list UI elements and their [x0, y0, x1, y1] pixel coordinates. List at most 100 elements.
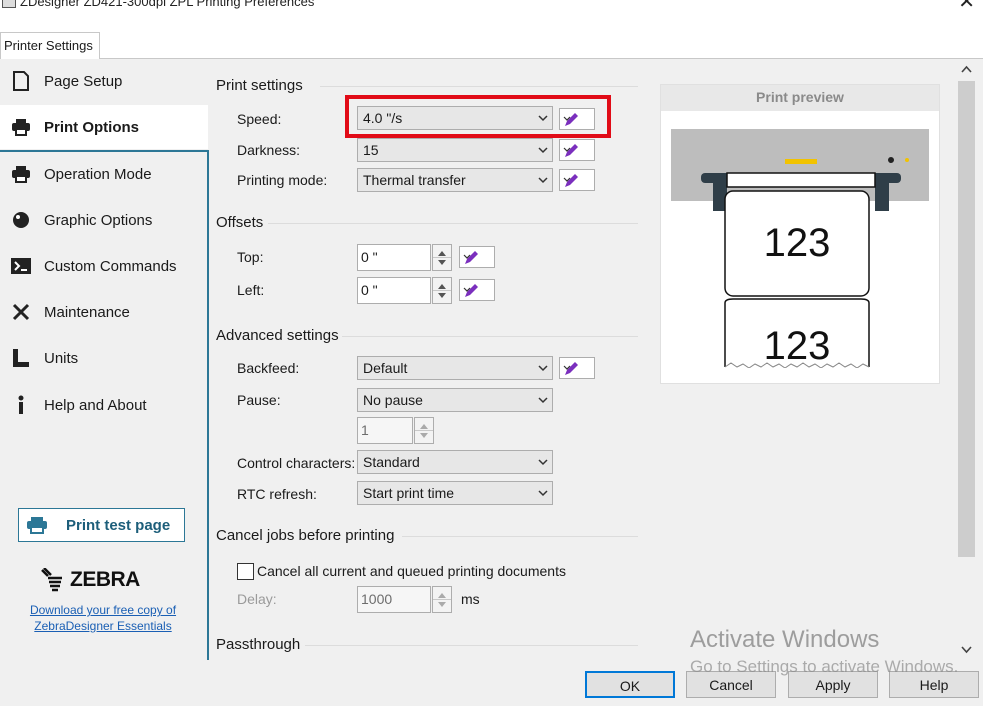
section-divider [268, 223, 638, 224]
left-offset-stepper[interactable] [432, 277, 452, 304]
pause-select[interactable]: No pause [357, 388, 553, 412]
printing-mode-pen-button[interactable] [559, 169, 595, 191]
top-offset-input[interactable]: 0 " [357, 244, 431, 271]
sidebar-item-help-and-about[interactable]: Help and About [0, 383, 208, 427]
chevron-down-icon[interactable] [960, 642, 973, 656]
scrollbar-thumb[interactable] [958, 81, 975, 557]
chevron-up-icon [420, 424, 428, 429]
sidebar-item-custom-commands[interactable]: Custom Commands [0, 244, 208, 288]
darkness-value: 15 [363, 142, 379, 158]
tools-icon [11, 302, 31, 322]
download-essentials-link[interactable]: Download your free copy of ZebraDesigner… [10, 602, 196, 634]
chevron-down-icon [463, 254, 471, 259]
speed-pen-button[interactable] [559, 108, 595, 130]
speed-value: 4.0 "/s [363, 110, 403, 126]
backfeed-label: Backfeed: [237, 360, 300, 376]
tab-printer-settings[interactable]: Printer Settings [0, 32, 100, 60]
chevron-down-icon [438, 260, 446, 265]
speed-label: Speed: [237, 111, 282, 127]
chevron-up-icon [438, 251, 446, 256]
rtc-refresh-select[interactable]: Start print time [357, 481, 553, 505]
printing-mode-label: Printing mode: [237, 172, 328, 188]
chevron-down-icon [420, 433, 428, 438]
sidebar-item-page-setup[interactable]: Page Setup [0, 59, 208, 103]
chevron-down-icon [538, 490, 548, 497]
ruler-icon [11, 348, 31, 368]
chevron-down-icon [563, 147, 571, 152]
close-icon[interactable]: ✕ [958, 0, 975, 12]
backfeed-pen-button[interactable] [559, 357, 595, 379]
chevron-down-icon [438, 293, 446, 298]
tab-strip: Printer Settings [0, 32, 983, 60]
control-characters-label: Control characters: [237, 455, 356, 471]
pause-count-input[interactable]: 1 [357, 417, 413, 444]
chevron-down-icon [538, 147, 548, 154]
printer-icon [11, 117, 31, 137]
pause-label: Pause: [237, 392, 281, 408]
sidebar-item-operation-mode[interactable]: Operation Mode [0, 152, 208, 196]
activate-windows-subtext: Go to Settings to activate Windows. [690, 657, 959, 676]
delay-label: Delay: [237, 591, 277, 607]
chevron-down-icon [538, 177, 548, 184]
printer-icon [26, 516, 48, 534]
download-link-line1: Download your free copy of [29, 603, 177, 617]
advanced-settings-title: Advanced settings [216, 327, 339, 344]
section-divider [305, 645, 638, 646]
print-preview-title: Print preview [661, 85, 939, 111]
section-divider [342, 336, 638, 337]
sidebar-item-label: Print Options [44, 118, 139, 136]
cancel-jobs-checkbox[interactable] [237, 563, 254, 580]
backfeed-value: Default [363, 360, 408, 376]
darkness-pen-button[interactable] [559, 139, 595, 161]
chevron-down-icon [538, 115, 548, 122]
chevron-down-icon [563, 177, 571, 182]
operation-mode-icon [11, 164, 31, 184]
chevron-down-icon [463, 287, 471, 292]
printer-preview-graphic: 123 123 [671, 129, 929, 383]
printing-mode-select[interactable]: Thermal transfer [357, 168, 553, 192]
left-offset-label: Left: [237, 282, 265, 298]
preview-label-1-text: 123 [764, 221, 831, 265]
graphic-options-icon [11, 210, 31, 230]
passthrough-title: Passthrough [216, 636, 301, 653]
vertical-scrollbar[interactable] [957, 59, 976, 660]
printer-app-icon [2, 0, 16, 8]
window-title: ZDesigner ZD421-300dpi ZPL Printing Pref… [20, 0, 315, 9]
cancel-jobs-checkbox-label[interactable]: Cancel all current and queued printing d… [257, 563, 566, 579]
top-offset-pen-button[interactable] [459, 246, 495, 268]
darkness-label: Darkness: [237, 142, 301, 158]
pause-count-stepper[interactable] [414, 417, 434, 444]
title-bar: ZDesigner ZD421-300dpi ZPL Printing Pref… [0, 0, 983, 14]
print-test-page-button[interactable]: Print test page [18, 508, 185, 542]
sidebar-item-maintenance[interactable]: Maintenance [0, 290, 208, 334]
delay-input[interactable]: 1000 [357, 586, 431, 613]
page-setup-icon [11, 71, 31, 91]
ok-button[interactable]: OK [585, 671, 675, 698]
chevron-down-icon [538, 459, 548, 466]
print-preview-panel: Print preview 123 123 [660, 84, 940, 384]
rtc-refresh-label: RTC refresh: [237, 486, 317, 502]
rtc-refresh-value: Start print time [363, 485, 455, 501]
chevron-up-icon[interactable] [960, 63, 973, 77]
download-link-line2: ZebraDesigner Essentials [34, 619, 172, 633]
sidebar-item-label: Help and About [44, 396, 147, 414]
chevron-up-icon [438, 284, 446, 289]
speed-select[interactable]: 4.0 "/s [357, 106, 553, 130]
sidebar-item-print-options[interactable]: Print Options [0, 105, 208, 149]
delay-stepper[interactable] [432, 586, 452, 613]
left-offset-input[interactable]: 0 " [357, 277, 431, 304]
backfeed-select[interactable]: Default [357, 356, 553, 380]
zebra-logo-text: ZEBRA [70, 568, 140, 591]
control-characters-select[interactable]: Standard [357, 450, 553, 474]
chevron-up-icon [438, 593, 446, 598]
top-offset-stepper[interactable] [432, 244, 452, 271]
terminal-icon [11, 256, 31, 276]
left-offset-pen-button[interactable] [459, 279, 495, 301]
section-divider [402, 536, 638, 537]
offsets-title: Offsets [216, 214, 264, 231]
sidebar-item-label: Units [44, 349, 79, 367]
sidebar-item-graphic-options[interactable]: Graphic Options [0, 198, 208, 242]
sidebar-item-units[interactable]: Units [0, 336, 208, 380]
print-test-page-label: Print test page [66, 516, 171, 534]
darkness-select[interactable]: 15 [357, 138, 553, 162]
